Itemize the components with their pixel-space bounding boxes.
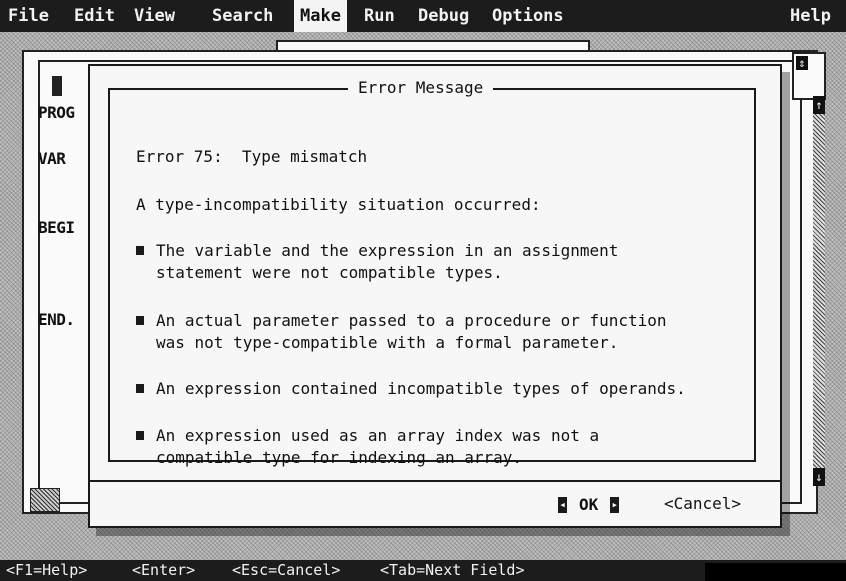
bullet-text: An expression contained incompatible typ… [156,379,686,398]
button-left-marker-icon: ◂ [558,496,567,513]
error-code: Error 75: Type mismatch [136,147,368,166]
code-line: PROG [38,103,75,122]
menu-view[interactable]: View [134,0,175,32]
status-cancel-hint[interactable]: <Esc=Cancel> [232,560,340,581]
bullet-text: An actual parameter passed to a procedur… [156,311,667,330]
bullet-text: The variable and the expression in an as… [156,241,619,260]
error-intro: A type-incompatibility situation occurre… [136,195,541,214]
menu-file[interactable]: File [8,0,49,32]
status-tab-hint[interactable]: <Tab=Next Field> [380,560,525,581]
bullet-text: was not type-compatible with a formal pa… [156,333,619,352]
error-dialog: Error 75: Type mismatch A type-incompati… [88,64,782,528]
zoom-box[interactable]: ⇕ [792,52,826,100]
dialog-title: Error Message [348,77,494,99]
menu-make[interactable]: Make [294,0,347,32]
ok-button[interactable]: ◂ OK ▸ [558,493,620,515]
button-divider [90,480,780,482]
menu-search[interactable]: Search [212,0,273,32]
scroll-up-icon[interactable]: ↑ [813,96,825,114]
vertical-scrollbar[interactable]: ↑ ↓ [813,96,825,486]
menu-options[interactable]: Options [492,0,564,32]
bullet-icon [136,246,144,255]
status-bar: <F1=Help> <Enter> <Esc=Cancel> <Tab=Next… [0,560,846,581]
editor-title-bar [276,40,590,50]
menu-help[interactable]: Help [790,0,831,32]
ok-button-label: OK [579,494,599,514]
bullet-text: An expression used as an array index was… [156,426,600,445]
cancel-button[interactable]: <Cancel> [664,493,741,515]
bullet-icon [136,431,144,440]
bullet-icon [136,384,144,393]
dialog-frame: Error 75: Type mismatch A type-incompati… [108,88,756,467]
menu-bar: File Edit View Search Make Run Debug Opt… [0,0,846,32]
button-right-marker-icon: ▸ [610,496,620,513]
code-line: VAR [38,149,66,168]
menu-debug[interactable]: Debug [418,0,469,32]
zoom-icon[interactable]: ⇕ [796,56,808,70]
bullet-text: statement were not compatible types. [156,263,503,282]
bullet-icon [136,316,144,325]
scroll-corner[interactable] [30,488,60,512]
code-line: END. [38,310,75,329]
bullet-text: compatible type for indexing an array. [156,448,523,467]
menu-run[interactable]: Run [364,0,395,32]
menu-edit[interactable]: Edit [74,0,115,32]
code-line: BEGI [38,218,75,237]
status-help-hint[interactable]: <F1=Help> [6,560,87,581]
status-spacer [705,563,846,581]
close-icon[interactable] [52,76,62,96]
status-enter-hint[interactable]: <Enter> [132,560,195,581]
scroll-down-icon[interactable]: ↓ [813,468,825,486]
